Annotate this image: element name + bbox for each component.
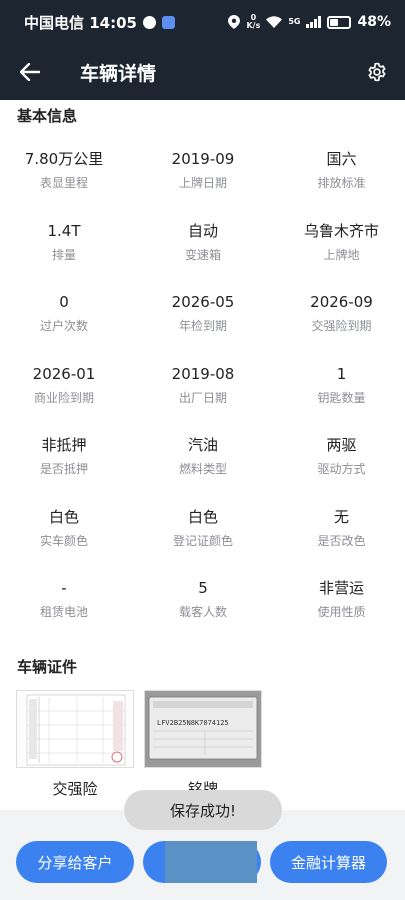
battery-percent: 48% xyxy=(357,14,391,30)
info-value: 2019-08 xyxy=(171,364,235,383)
info-item-key-count: 1 钥匙数量 xyxy=(278,363,405,435)
info-label: 交强险到期 xyxy=(311,319,372,333)
alarm-icon xyxy=(142,15,156,29)
info-value: 汽油 xyxy=(187,436,218,454)
status-right: 0 K/s 5G 48% xyxy=(228,14,391,30)
info-label: 驱动方式 xyxy=(317,462,366,476)
page-title: 车辆详情 xyxy=(80,62,157,85)
info-label: 出厂日期 xyxy=(178,390,227,405)
app-notification-icon xyxy=(161,15,175,29)
status-bar: 中国电信 14:05 0 K/s 5G 48% xyxy=(0,0,405,44)
settings-button[interactable] xyxy=(349,44,405,100)
content-area: 基本信息 7.80万公里表显里程 2019-09 上牌日期 国六排放标准 1.4T… xyxy=(0,100,405,810)
info-item-drive-type: 两驱 驱动方式 xyxy=(278,434,405,506)
info-item-transfer-count: 0 过户次数 xyxy=(0,291,128,363)
info-value: 白色 xyxy=(48,507,79,526)
info-item-registered-color: 白色 登记证颜色 xyxy=(128,506,278,578)
info-value: - xyxy=(61,579,67,597)
info-label: 燃料类型 xyxy=(178,462,227,476)
info-value: 0 xyxy=(59,293,69,311)
basic-info-grid: 7.80万公里表显里程 2019-09 上牌日期 国六排放标准 1.4T 排量 自动… xyxy=(0,148,405,649)
nameplate-photo[interactable]: LFV2B25N8K7074125 xyxy=(144,690,262,768)
info-item-displacement: 1.4T 排量 xyxy=(0,220,128,292)
info-value: 非营运 xyxy=(318,579,364,597)
document-nameplate[interactable]: LFV2B25N8K7074125 铭牌 xyxy=(144,690,262,799)
info-item-fuel-type: 汽油 燃料类型 xyxy=(128,434,278,506)
info-label: 表显里程 xyxy=(39,176,88,190)
info-value: 2019-09 xyxy=(171,150,235,168)
insurance-document-image[interactable] xyxy=(16,690,134,768)
document-label: 交强险 xyxy=(52,780,98,798)
info-value: 无 xyxy=(333,507,349,526)
info-item-mortgage: 非抵押 是否抵押 xyxy=(0,434,128,506)
info-item-inspection-expiry: 2026-05 年检到期 xyxy=(128,291,278,363)
document-list: 交强险 LFV2B25N8K7074125 铭牌 xyxy=(16,690,262,799)
info-value: 乌鲁木齐市 xyxy=(303,221,379,240)
info-label: 是否抵押 xyxy=(39,462,88,476)
network-speed: 0 K/s xyxy=(246,13,261,30)
document-insurance[interactable]: 交强险 xyxy=(16,690,134,799)
info-item-seat-count: 5 载客人数 xyxy=(128,577,278,649)
info-label: 租赁电池 xyxy=(39,605,88,619)
info-label: 是否改色 xyxy=(317,533,366,548)
info-item-leased-battery: - 租赁电池 xyxy=(0,577,128,649)
info-item-gearbox: 自动 变速箱 xyxy=(128,220,278,292)
wifi-icon xyxy=(266,16,283,28)
info-value: 两驱 xyxy=(326,436,357,454)
info-value: 自动 xyxy=(187,221,218,240)
info-item-registration-date: 2019-09 上牌日期 xyxy=(128,148,278,220)
redaction-block xyxy=(165,841,257,883)
save-success-toast: 保存成功! xyxy=(124,790,282,830)
info-label: 变速箱 xyxy=(184,247,221,262)
network-type: 5G xyxy=(288,17,301,26)
info-value: 1.4T xyxy=(47,221,81,240)
info-value: 5 xyxy=(198,579,208,597)
arrow-left-icon xyxy=(20,63,40,81)
info-item-compulsory-insurance-expiry: 2026-09 交强险到期 xyxy=(278,291,405,363)
section-title-basic-info: 基本信息 xyxy=(17,107,78,125)
info-label: 商业险到期 xyxy=(33,390,94,405)
back-button[interactable] xyxy=(0,44,60,100)
info-label: 实车颜色 xyxy=(39,533,88,548)
section-title-vehicle-documents: 车辆证件 xyxy=(17,658,78,676)
nameplate-vin: LFV2B25N8K7074125 xyxy=(157,719,229,727)
info-value: 非抵押 xyxy=(41,436,87,454)
status-left: 中国电信 14:05 xyxy=(24,12,175,33)
info-label: 上牌地 xyxy=(323,247,360,262)
info-item-usage-type: 非营运 使用性质 xyxy=(278,577,405,649)
info-item-registration-place: 乌鲁木齐市 上牌地 xyxy=(278,220,405,292)
info-value: 2026-05 xyxy=(171,293,235,311)
info-label: 上牌日期 xyxy=(178,176,227,190)
info-value: 2026-01 xyxy=(32,364,96,383)
share-to-customer-button[interactable]: 分享给客户 xyxy=(16,841,134,883)
battery-icon xyxy=(327,15,352,29)
carrier-time: 中国电信 14:05 xyxy=(24,13,137,32)
middle-action-button[interactable] xyxy=(143,841,261,883)
info-label: 年检到期 xyxy=(178,319,227,333)
gear-icon xyxy=(368,62,386,82)
info-value: 7.80万公里 xyxy=(24,150,104,168)
location-icon xyxy=(228,15,241,29)
app-bar: 车辆详情 xyxy=(0,44,405,100)
info-item-mileage: 7.80万公里表显里程 xyxy=(0,148,128,220)
info-label: 过户次数 xyxy=(39,319,88,333)
info-label: 登记证颜色 xyxy=(172,533,233,548)
info-value: 白色 xyxy=(187,507,218,526)
info-label: 载客人数 xyxy=(178,605,227,619)
info-item-emission-standard: 国六 排放标准 xyxy=(278,148,405,220)
info-value: 国六 xyxy=(326,150,357,168)
info-label: 使用性质 xyxy=(317,605,366,619)
info-item-actual-color: 白色 实车颜色 xyxy=(0,506,128,578)
info-item-commercial-insurance-expiry: 2026-01 商业险到期 xyxy=(0,363,128,435)
info-label: 排量 xyxy=(51,247,76,262)
info-value: 2026-09 xyxy=(310,293,373,311)
info-item-color-changed: 无是否改色 xyxy=(278,506,405,578)
info-item-manufacture-date: 2019-08 出厂日期 xyxy=(128,363,278,435)
finance-calculator-button[interactable]: 金融计算器 xyxy=(270,841,387,883)
info-value: 1 xyxy=(336,364,347,383)
info-label: 排放标准 xyxy=(317,176,366,190)
info-label: 钥匙数量 xyxy=(317,390,366,405)
signal-icon xyxy=(306,16,322,28)
